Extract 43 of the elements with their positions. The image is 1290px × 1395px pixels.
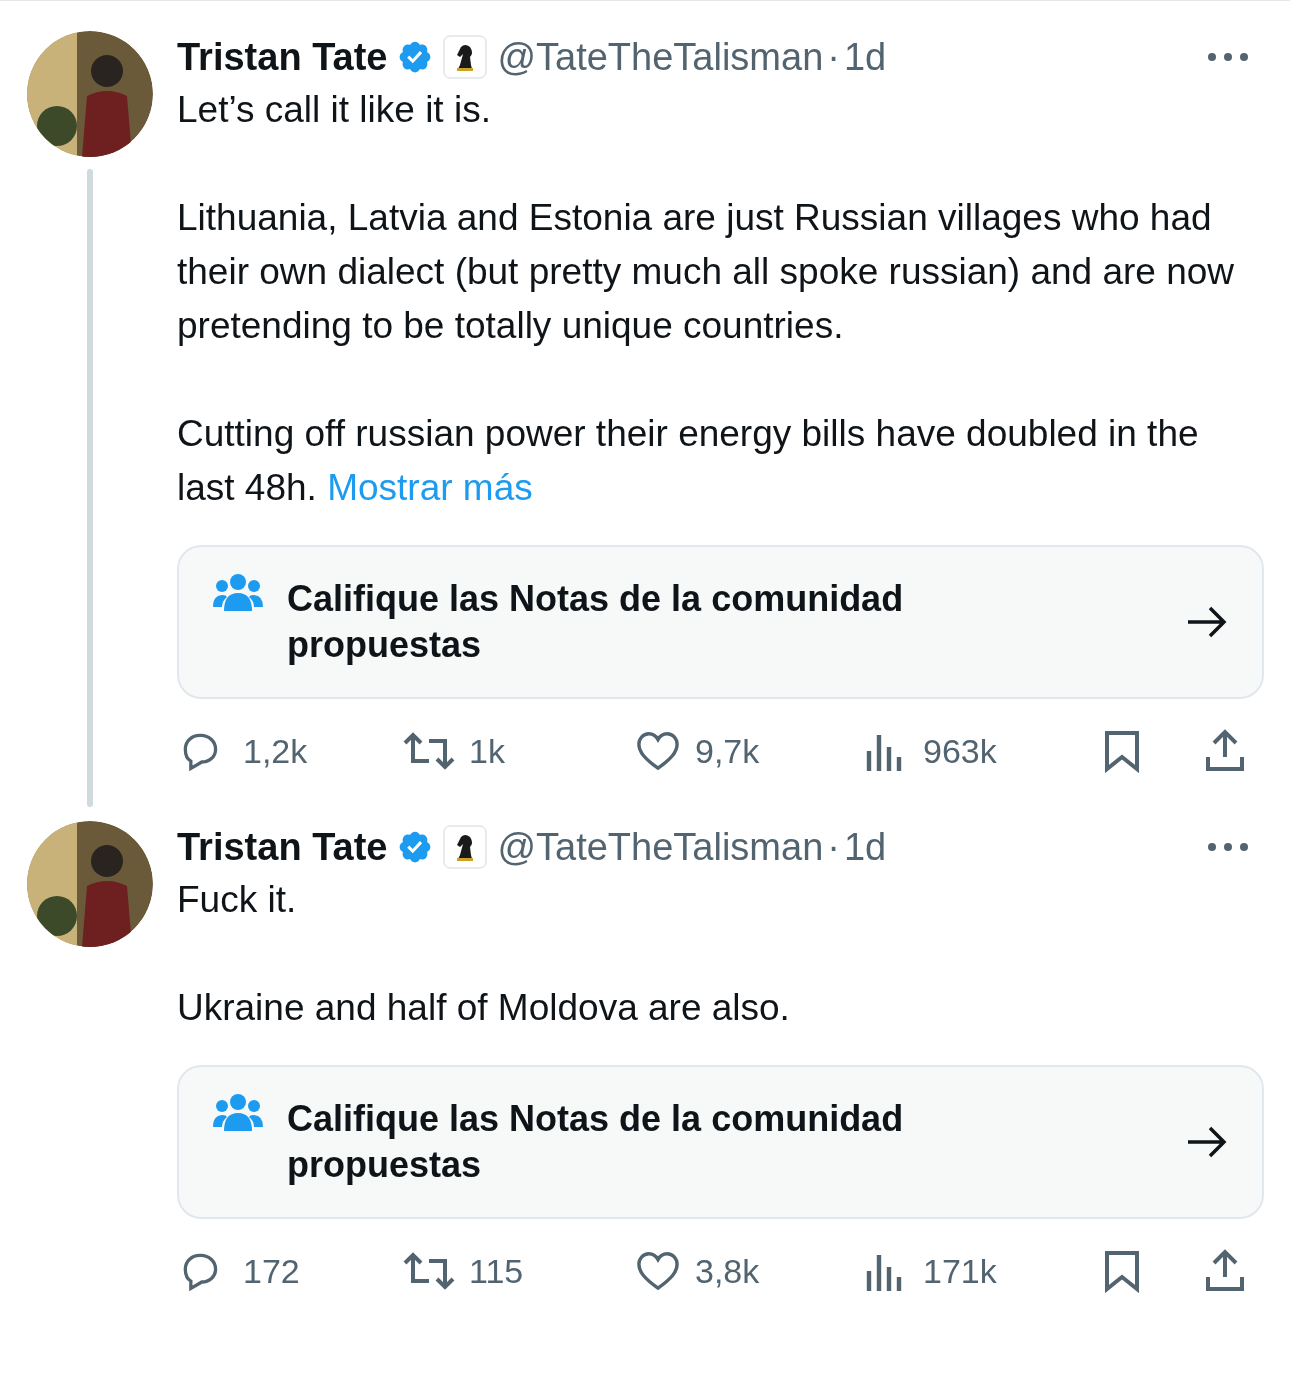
repost-icon[interactable] — [401, 1250, 457, 1292]
author-name[interactable]: Tristan Tate — [177, 818, 388, 876]
heart-icon[interactable] — [635, 730, 681, 772]
chess-knight-icon — [443, 35, 488, 79]
user-handle[interactable]: @TateTheTalisman — [497, 28, 824, 86]
more-icon[interactable] — [1206, 51, 1250, 63]
post-time[interactable]: 1d — [843, 28, 887, 86]
share-icon[interactable] — [1204, 729, 1246, 773]
community-notes-text: Califique las Notas de la comunidad propuestas — [287, 1097, 905, 1187]
separator-dot: · — [827, 824, 840, 870]
share-icon[interactable] — [1204, 1249, 1246, 1293]
chess-knight-icon — [443, 825, 488, 869]
separator-dot: · — [827, 34, 840, 80]
like-count: 9,7k — [695, 730, 760, 772]
post-text: Lithuania, Latvia and Estonia are just Russian villages who had their own dialect (but pretty much all spoke russian) and are now pretending to be totally unique countries. — [177, 196, 1236, 348]
like-count: 3,8k — [695, 1250, 760, 1292]
post-text: Ukraine and half of Moldova are also. — [177, 986, 791, 1030]
reply-count: 172 — [243, 1250, 300, 1292]
community-notes-text: Califique las Notas de la comunidad propuestas — [287, 577, 905, 667]
bookmark-icon[interactable] — [1103, 729, 1141, 773]
view-count: 963k — [923, 730, 997, 772]
post-text: Cutting off russian power their energy bills have doubled in the last 48h. Mostrar más — [177, 412, 1200, 510]
post-text: Fuck it. — [177, 878, 298, 922]
arrow-right-icon — [1186, 605, 1228, 639]
people-icon — [213, 1093, 263, 1133]
community-notes-card[interactable]: Califique las Notas de la comunidad propuestas — [177, 1065, 1264, 1219]
bookmark-icon[interactable] — [1103, 1249, 1141, 1293]
community-notes-card[interactable]: Califique las Notas de la comunidad propuestas — [177, 545, 1264, 699]
more-icon[interactable] — [1206, 841, 1250, 853]
repost-icon[interactable] — [401, 730, 457, 772]
post-time[interactable]: 1d — [843, 818, 887, 876]
reply-count: 1,2k — [243, 730, 308, 772]
repost-count: 1k — [469, 730, 505, 772]
avatar[interactable] — [27, 821, 153, 947]
arrow-right-icon — [1186, 1125, 1228, 1159]
avatar[interactable] — [27, 31, 153, 157]
post-text: Let’s call it like it is. — [177, 88, 492, 132]
heart-icon[interactable] — [635, 1250, 681, 1292]
repost-count: 115 — [469, 1250, 524, 1292]
author-name[interactable]: Tristan Tate — [177, 28, 388, 86]
user-handle[interactable]: @TateTheTalisman — [497, 818, 824, 876]
view-count: 171k — [923, 1250, 997, 1292]
people-icon — [213, 573, 263, 613]
